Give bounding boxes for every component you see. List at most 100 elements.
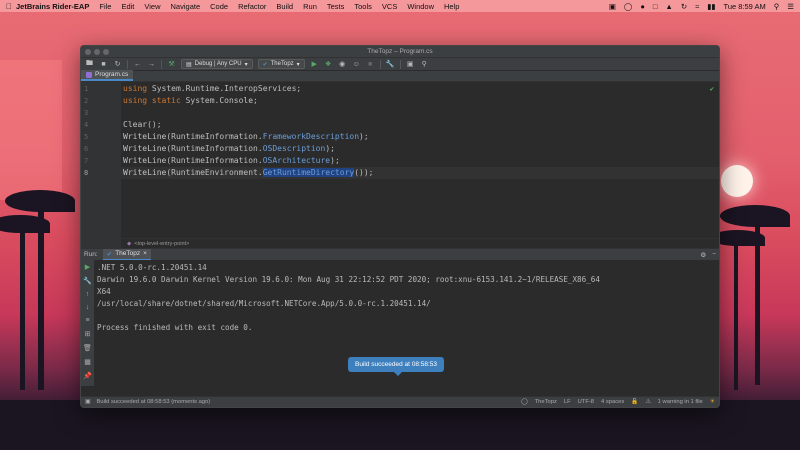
menu-file[interactable]: File	[99, 2, 111, 11]
build-config-dropdown[interactable]: ▤ Debug | Any CPU ▾	[181, 59, 253, 69]
status-app-icon[interactable]: ↻	[681, 2, 687, 11]
code-line: Clear();	[123, 120, 162, 129]
status-app-icon[interactable]: ●	[640, 2, 645, 11]
search-everywhere-icon[interactable]: ⚲	[420, 60, 429, 69]
warnings-count[interactable]: 1 warning in 1 file	[658, 399, 703, 405]
profile-icon[interactable]: ☺	[352, 60, 361, 69]
code-line: WriteLine(RuntimeInformation.FrameworkDe…	[123, 132, 369, 141]
toolbar-separator	[379, 59, 381, 69]
battery-icon[interactable]: ▮▮	[707, 2, 715, 11]
control-center-icon[interactable]: ☰	[787, 2, 794, 11]
save-icon[interactable]: ■	[99, 60, 108, 69]
code-area[interactable]: using System.Runtime.InteropServices; us…	[121, 82, 719, 248]
line-number: 7	[84, 157, 89, 165]
status-app-icon[interactable]: ◯	[624, 2, 632, 11]
code-editor[interactable]: 1 2 3 4 5 6 7 8 using System.Runtime.Int…	[81, 82, 719, 248]
event-log-icon[interactable]: ☀	[710, 399, 715, 405]
run-icon[interactable]: ▶	[310, 60, 319, 69]
search-icon[interactable]: ⚲	[774, 2, 780, 11]
console-line: Darwin 19.6.0 Darwin Kernel Version 19.6…	[97, 275, 600, 284]
rerun-icon[interactable]: ▶	[85, 263, 90, 271]
code-line: using System.Runtime.InteropServices;	[123, 84, 302, 93]
wrench-icon[interactable]: 🔧	[83, 277, 92, 285]
inspection-ok-icon[interactable]: ✔	[710, 85, 714, 93]
apple-icon[interactable]: 	[6, 2, 16, 11]
status-app-icon[interactable]: ▣	[609, 2, 616, 11]
line-separator[interactable]: LF	[564, 399, 571, 405]
run-tool-window-header: Run: ✔ TheTopz × ⚙ −	[81, 248, 719, 261]
run-config-label: TheTopz	[270, 61, 294, 67]
open-folder-icon[interactable]: 🖿	[85, 60, 94, 69]
minimize-icon[interactable]: −	[712, 251, 716, 259]
console-side-toolbar: ▶ 🔧 ↑ ↓ ≡ ⊞ 🗑 ▦ 📌	[81, 260, 94, 386]
wifi-icon[interactable]: ≈	[695, 2, 699, 11]
menu-code[interactable]: Code	[210, 2, 228, 11]
breadcrumb-item[interactable]: <top-level-entry-point>	[134, 241, 189, 247]
menu-navigate[interactable]: Navigate	[171, 2, 201, 11]
tool-windows-icon[interactable]: ▣	[85, 399, 90, 405]
settings-wrench-icon[interactable]: 🔧	[386, 60, 395, 69]
status-app-icon[interactable]: □	[653, 2, 658, 11]
chevron-down-icon: ▾	[244, 61, 248, 68]
scroll-up-icon[interactable]: ↑	[86, 291, 90, 298]
menu-window[interactable]: Window	[407, 2, 434, 11]
run-tab-label: TheTopz	[115, 250, 141, 257]
print-icon[interactable]: ⊞	[85, 330, 91, 338]
clock[interactable]: Tue 8:59 AM	[724, 2, 766, 11]
console-line: .NET 5.0.0-rc.1.20451.14	[97, 263, 207, 272]
menu-vcs[interactable]: VCS	[382, 2, 397, 11]
trash-icon[interactable]: 🗑	[83, 344, 92, 352]
code-line: using static System.Console;	[123, 96, 258, 105]
soft-wrap-icon[interactable]: ≡	[85, 317, 89, 324]
toolbar-separator	[161, 59, 162, 69]
menu-edit[interactable]: Edit	[121, 2, 134, 11]
menu-tests[interactable]: Tests	[327, 2, 345, 11]
lock-icon[interactable]: 🔓	[631, 399, 638, 405]
menu-view[interactable]: View	[144, 2, 160, 11]
build-notification-toast[interactable]: Build succeeded at 08:58:53	[348, 357, 445, 376]
palm-frond	[720, 205, 790, 227]
palm-tree	[734, 240, 738, 390]
run-label: Run:	[84, 251, 98, 258]
forward-icon[interactable]: →	[147, 60, 156, 69]
line-number: 6	[84, 145, 89, 153]
project-structure-icon[interactable]: ▣	[406, 60, 415, 69]
menu-tools[interactable]: Tools	[354, 2, 372, 11]
menu-help[interactable]: Help	[444, 2, 459, 11]
warning-icon[interactable]: ⚠	[645, 399, 650, 405]
file-encoding[interactable]: UTF-8	[578, 399, 594, 405]
window-titlebar[interactable]: TheTopz – Program.cs	[81, 46, 719, 57]
solution-icon[interactable]: ◯	[521, 399, 528, 405]
menu-refactor[interactable]: Refactor	[238, 2, 266, 11]
status-app-icon[interactable]: ▲	[665, 2, 672, 11]
menu-build[interactable]: Build	[276, 2, 293, 11]
stop-icon[interactable]: ■	[366, 60, 375, 69]
line-gutter: 1 2 3 4 5 6 7 8	[81, 82, 121, 248]
back-icon[interactable]: ←	[133, 60, 142, 69]
run-tab-thetopz[interactable]: ✔ TheTopz ×	[102, 248, 151, 261]
menu-app-name[interactable]: JetBrains Rider-EAP	[16, 2, 89, 11]
run-config-dropdown[interactable]: ✔ TheTopz ▾	[257, 59, 305, 69]
menu-run[interactable]: Run	[303, 2, 317, 11]
indent-setting[interactable]: 4 spaces	[601, 399, 624, 405]
layout-icon[interactable]: ▦	[84, 358, 91, 366]
pin-icon[interactable]: 📌	[83, 372, 92, 380]
gear-icon[interactable]: ⚙	[700, 251, 706, 259]
status-project[interactable]: TheTopz	[535, 399, 557, 405]
sync-icon[interactable]: ↻	[113, 60, 122, 69]
coverage-icon[interactable]: ◉	[338, 60, 347, 69]
scroll-down-icon[interactable]: ↓	[86, 304, 90, 311]
tab-label: Program.cs	[95, 71, 129, 78]
close-icon[interactable]: ×	[143, 250, 147, 257]
debug-icon[interactable]: ❖	[324, 60, 333, 69]
csharp-file-icon	[86, 71, 92, 78]
line-number: 2	[84, 97, 89, 105]
code-line: WriteLine(RuntimeInformation.OSDescripti…	[123, 144, 335, 153]
tab-program-cs[interactable]: Program.cs	[81, 70, 134, 81]
status-message[interactable]: Build succeeded at 08:58:53 (moments ago…	[96, 399, 210, 405]
dotnet-icon: ✔	[262, 61, 268, 68]
wallpaper-building	[0, 60, 62, 200]
build-hammer-icon[interactable]: ⚒	[167, 60, 176, 69]
